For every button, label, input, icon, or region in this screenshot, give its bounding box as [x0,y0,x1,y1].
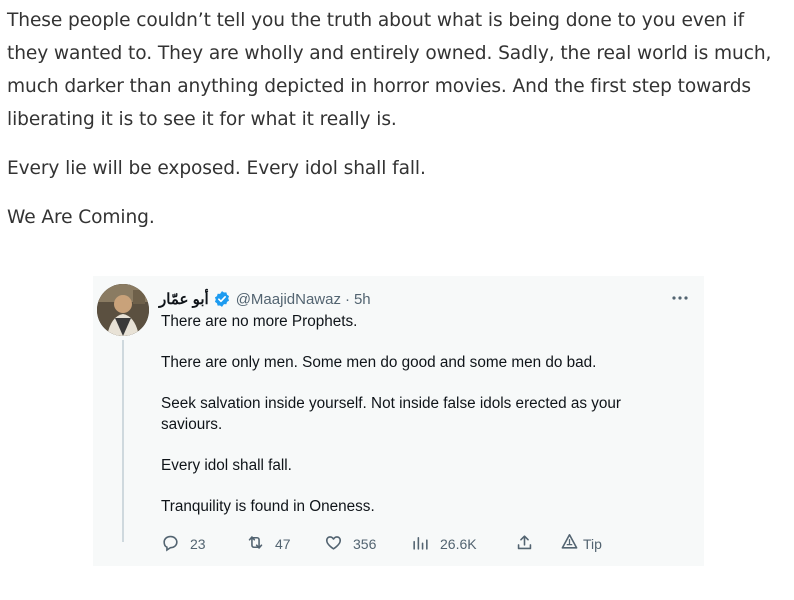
thread-line [122,340,124,542]
tweet-header: أبو عمّار @MaajidNawaz · 5h [159,288,371,310]
quoted-tweet-card[interactable]: أبو عمّار @MaajidNawaz · 5h There are no… [93,276,704,566]
like-count: 356 [353,536,377,552]
post-body: These people couldn’t tell you the truth… [7,4,789,250]
verified-badge-icon [213,290,231,308]
tip-label: Tip [583,536,602,552]
retweet-icon [246,533,265,555]
tweet-line: Seek salvation inside yourself. Not insi… [161,395,621,433]
tweet-text: There are no more Prophets. There are on… [161,311,681,517]
tweet-line: Every idol shall fall. [161,457,292,474]
retweet-button[interactable]: 47 [246,534,291,554]
timestamp[interactable]: 5h [354,291,371,308]
reply-button[interactable]: 23 [161,534,206,554]
heart-icon [324,533,343,555]
tip-icon [560,532,579,556]
share-button[interactable] [515,534,534,554]
tweet-line: Tranquility is found in Oneness. [161,498,375,515]
tweet-line: There are no more Prophets. [161,313,358,330]
display-name[interactable]: أبو عمّار [159,290,209,308]
avatar[interactable] [97,284,149,336]
share-icon [515,533,534,555]
more-icon[interactable] [670,290,690,306]
reply-count: 23 [190,536,206,552]
tip-button[interactable]: Tip [560,532,602,556]
post-paragraph: Every lie will be exposed. Every idol sh… [7,158,426,179]
reply-icon [161,533,180,555]
retweet-count: 47 [275,536,291,552]
post-paragraph: These people couldn’t tell you the truth… [7,10,772,130]
views-icon [411,533,430,555]
handle[interactable]: @MaajidNawaz [236,291,341,308]
tweet-line: There are only men. Some men do good and… [161,354,597,371]
post-paragraph: We Are Coming. [7,207,155,228]
separator: · [344,290,350,308]
like-button[interactable]: 356 [324,534,376,554]
views-button[interactable]: 26.6K [411,534,477,554]
views-count: 26.6K [440,536,477,552]
